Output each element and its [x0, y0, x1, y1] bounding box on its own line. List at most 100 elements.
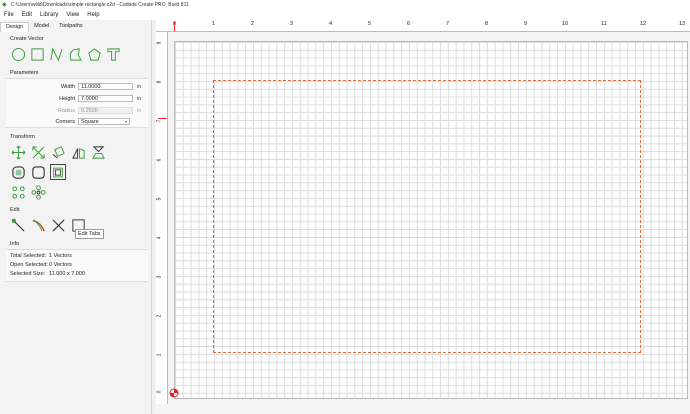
trim-icon	[32, 219, 45, 231]
open-selected-row: Open Selected: 0 Vectors	[10, 262, 72, 268]
tab-design[interactable]: Design	[0, 22, 30, 32]
offset-tool[interactable]	[10, 164, 26, 180]
mirror-vertical-icon	[91, 145, 105, 159]
width-row: Width 11.0000 in	[10, 82, 148, 91]
title-bar: ◆ C:\Users\willd\Downloads\simple rectan…	[0, 0, 690, 10]
y-tick: 1	[156, 353, 163, 357]
node-edit-tool[interactable]	[10, 217, 26, 233]
circle-tool[interactable]	[10, 46, 26, 62]
edit-title: Edit	[10, 207, 20, 213]
transform-tools-row1	[10, 144, 106, 160]
edit-tabs-tooltip: Edit Tabs	[75, 229, 104, 239]
x-tick: 12	[640, 21, 647, 27]
ruler-left	[156, 32, 168, 404]
scale-tool[interactable]	[30, 144, 46, 160]
corners-value: Square	[81, 119, 99, 125]
tab-model[interactable]: Model	[29, 22, 54, 32]
width-unit: in	[137, 83, 142, 90]
rectangle-tool[interactable]	[29, 46, 45, 62]
menu-view[interactable]: View	[66, 12, 79, 18]
x-tick: 8	[485, 21, 489, 27]
height-input[interactable]: 7.0000	[78, 95, 133, 102]
inset-tool[interactable]	[50, 164, 66, 180]
mirror-vertical-tool[interactable]	[90, 144, 106, 160]
circular-array-icon	[30, 184, 46, 200]
height-row: Height 7.0000 in	[10, 94, 148, 103]
y-tick: 4	[156, 236, 163, 240]
x-tick: 9	[524, 21, 528, 27]
parameters-title: Parameters	[10, 70, 39, 76]
polyline-icon	[69, 47, 82, 61]
rectangle-icon	[30, 47, 44, 61]
create-vector-tools	[10, 46, 121, 62]
app-icon: ◆	[2, 2, 7, 8]
menu-help[interactable]: Help	[87, 12, 99, 18]
mode-tabs: Design Model Toolpaths	[0, 22, 152, 32]
total-selected-label: Total Selected:	[10, 253, 47, 259]
menu-file[interactable]: File	[4, 12, 14, 18]
circular-array-tool[interactable]	[30, 184, 46, 200]
node-edit-icon	[11, 218, 25, 232]
ruler-top	[156, 20, 690, 32]
selected-size-label: Selected Size:	[10, 271, 46, 277]
x-tick: 7	[446, 21, 450, 27]
array-tool[interactable]	[10, 184, 26, 200]
window-title: C:\Users\willd\Downloads\simple rectangl…	[11, 2, 189, 8]
origin-icon	[169, 388, 179, 398]
polygon-icon	[87, 47, 101, 61]
y-tick: 7	[156, 119, 163, 123]
width-input[interactable]: 11.0000	[78, 83, 133, 90]
radius-row: Radius 0.2500 in	[10, 106, 148, 115]
polyline-tool[interactable]	[67, 46, 83, 62]
menu-bar: File Edit Library View Help	[0, 10, 690, 20]
scale-icon	[31, 145, 45, 159]
text-icon	[106, 47, 120, 61]
total-selected-row: Total Selected: 1 Vectors	[10, 253, 72, 259]
height-label: Height	[59, 95, 75, 102]
y-tick: 0	[156, 390, 163, 394]
chevron-down-icon: ▾	[124, 119, 127, 124]
y-tick: 6	[156, 158, 163, 162]
mirror-horizontal-tool[interactable]	[70, 144, 86, 160]
circle-icon	[11, 47, 25, 61]
transform-tools-row2	[10, 164, 66, 180]
radius-label: Radius	[57, 107, 75, 114]
text-tool[interactable]	[105, 46, 121, 62]
delete-segment-tool[interactable]	[50, 217, 66, 233]
width-label: Width	[60, 83, 75, 90]
trim-tool[interactable]	[30, 217, 46, 233]
inset-icon	[53, 167, 63, 177]
x-tick: 6	[407, 21, 411, 27]
rotate-icon	[52, 145, 65, 158]
polygon-tool[interactable]	[86, 46, 102, 62]
x-tick: 3	[290, 21, 294, 27]
create-vector-title: Create Vector	[10, 36, 44, 42]
fillet-icon	[31, 165, 45, 179]
y-tick: 2	[156, 314, 163, 318]
y-tick: 8	[156, 80, 163, 84]
tab-toolpaths[interactable]: Toolpaths	[54, 22, 88, 32]
rectangle-vector[interactable]	[213, 80, 641, 353]
x-tick: 1	[212, 21, 216, 27]
curve-tool[interactable]	[48, 46, 64, 62]
corners-select[interactable]: Square ▾	[78, 118, 130, 125]
radius-input: 0.2500	[78, 107, 133, 114]
selected-size-row: Selected Size: 11.000 x 7.000	[10, 271, 85, 277]
x-tick: 4	[329, 21, 333, 27]
fillet-tool[interactable]	[30, 164, 46, 180]
array-circles-icon	[11, 185, 25, 199]
menu-library[interactable]: Library	[40, 12, 58, 18]
rotate-tool[interactable]	[50, 144, 66, 160]
x-tick: 10	[562, 21, 569, 27]
cursor-y-marker	[158, 118, 167, 119]
height-unit: in	[137, 95, 142, 102]
corners-row: Corners Square ▾	[10, 117, 148, 126]
curve-icon	[49, 46, 63, 61]
total-selected-value: 1 Vectors	[49, 253, 72, 259]
offset-icon	[11, 165, 25, 179]
move-tool[interactable]	[10, 144, 26, 160]
x-tick: 13	[679, 21, 686, 27]
x-tick: 5	[368, 21, 372, 27]
radius-unit: in	[137, 107, 142, 114]
menu-edit[interactable]: Edit	[22, 12, 32, 18]
